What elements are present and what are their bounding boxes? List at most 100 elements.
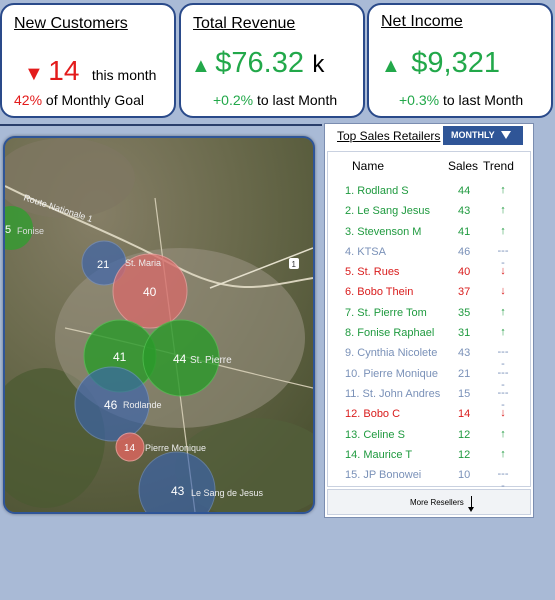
bubble-value: 41 — [113, 350, 127, 364]
retailer-name-text: Rodland S — [357, 185, 409, 197]
retailer-name-text: KTSA — [357, 245, 386, 258]
section-divider — [0, 124, 322, 126]
map-canvas[interactable]: Route Nationale 1 1 5 Fonise 21 40 St. M… — [5, 138, 313, 512]
map-bubble[interactable]: 14 — [115, 432, 145, 462]
retailer-sales: 12 — [458, 448, 471, 461]
retailer-rank: 1. — [345, 185, 355, 197]
retailer-name: 8. Fonise Raphael — [345, 327, 434, 339]
table-row[interactable]: 15. JP Bonowei 10 ---- — [328, 465, 530, 492]
retailer-name-text: Bobo Thein — [357, 286, 414, 299]
retailer-rank: 12. — [345, 408, 361, 421]
retailer-name-text: Bobo C — [363, 408, 401, 421]
revenue-change: +0.2% — [213, 92, 254, 108]
monthly-goal-line: 42% of Monthly Goal — [14, 92, 144, 108]
retailer-sales: 37 — [458, 286, 471, 299]
bubble-value: 43 — [171, 484, 185, 498]
place-label: Rodlande — [123, 400, 162, 410]
table-row[interactable]: 3. Stevenson M 41 ↑ — [328, 222, 530, 242]
retailer-sales: 35 — [458, 306, 471, 319]
retailer-name: 9. Cynthia Nicolete — [345, 347, 437, 359]
retailer-rank: 6. — [345, 286, 355, 299]
retailer-sales: 43 — [458, 347, 471, 360]
retailer-sales: 31 — [458, 327, 471, 340]
sales-map[interactable]: Route Nationale 1 1 5 Fonise 21 40 St. M… — [3, 136, 315, 514]
table-row[interactable]: 14. Maurice T 12 ↑ — [328, 445, 530, 465]
retailer-rank: 11. — [345, 387, 360, 400]
new-customers-card: New Customers ▼ 14 this month 42% of Mon… — [0, 3, 176, 118]
table-row[interactable]: 12. Bobo C 14 ↓ — [328, 404, 530, 424]
column-header-sales: Sales — [448, 159, 479, 173]
retailer-name: 6. Bobo Thein — [345, 286, 413, 298]
retailer-rank: 8. — [345, 327, 355, 340]
trend-icon: ↑ — [500, 305, 506, 318]
retailer-sales: 14 — [458, 408, 471, 421]
arrow-down-icon — [468, 496, 474, 512]
retailer-name: 5. St. Rues — [345, 266, 399, 278]
retailer-sales: 46 — [458, 245, 471, 258]
bubble-value: 14 — [124, 443, 136, 454]
table-row[interactable]: 4. KTSA 46 ---- — [328, 242, 530, 269]
goal-percent: 42% — [14, 92, 43, 108]
top-retailers-title: Top Sales Retailers — [337, 129, 441, 143]
goal-text: of Monthly Goal — [45, 92, 144, 108]
retailer-name-text: Celine S — [363, 428, 405, 441]
new-customers-title: New Customers — [14, 15, 128, 32]
trend-icon: ↓ — [500, 407, 506, 420]
retailer-sales: 12 — [458, 428, 471, 441]
bubble-value: 21 — [97, 259, 109, 271]
period-dropdown-label: MONTHLY — [451, 130, 495, 140]
revenue-change-text: to last Month — [256, 92, 338, 108]
bubble-value: 40 — [143, 285, 157, 299]
total-revenue-card: Total Revenue ▲ $76.32 k +0.2% to last M… — [179, 3, 365, 118]
retailer-name: 2. Le Sang Jesus — [345, 205, 430, 217]
total-revenue-title: Total Revenue — [193, 15, 296, 32]
retailer-sales: 43 — [458, 205, 471, 218]
trend-icon: ↑ — [500, 427, 506, 440]
retailer-rank: 4. — [345, 245, 355, 258]
trend-icon: ↑ — [500, 326, 506, 339]
more-resellers-button[interactable]: More Resellers — [327, 489, 531, 515]
table-row[interactable]: 11. St. John Andres 15 ---- — [328, 384, 530, 411]
up-arrow-icon: ▲ — [381, 55, 401, 77]
table-row[interactable]: 13. Celine S 12 ↑ — [328, 425, 530, 445]
place-label: St. Pierre — [190, 355, 232, 366]
table-row[interactable]: 10. Pierre Monique 21 ---- — [328, 364, 530, 391]
place-label: Fonise — [17, 226, 44, 236]
period-dropdown[interactable]: MONTHLY — [443, 126, 523, 145]
trend-icon: ↑ — [500, 184, 506, 196]
table-row[interactable]: 8. Fonise Raphael 31 ↑ — [328, 323, 530, 343]
retailer-name-text: St. John Andres — [362, 387, 441, 400]
column-header-name: Name — [352, 159, 385, 173]
retailer-rank: 3. — [345, 225, 355, 238]
table-row[interactable]: 1. Rodland S 44 ↑ — [328, 181, 530, 201]
retailer-name-text: JP Bonowei — [363, 469, 422, 482]
total-revenue-unit: k — [312, 51, 325, 78]
bubble-value: 46 — [104, 398, 118, 412]
total-revenue-value: $76.32 — [215, 47, 304, 79]
table-row[interactable]: 5. St. Rues 40 ↓ — [328, 262, 530, 282]
table-row[interactable]: 6. Bobo Thein 37 ↓ — [328, 282, 530, 302]
retailer-sales: 15 — [458, 387, 471, 400]
new-customers-kpi: ▼ 14 this month — [24, 55, 156, 87]
retailer-sales: 40 — [458, 266, 471, 279]
down-arrow-icon: ▼ — [24, 63, 44, 85]
retailer-name-text: Pierre Monique — [363, 367, 438, 380]
total-revenue-kpi: ▲ $76.32 k — [191, 47, 324, 80]
place-label: Le Sang de Jesus — [191, 488, 264, 498]
retailer-rank: 7. — [345, 306, 355, 319]
retailer-name-text: Cynthia Nicolete — [357, 347, 438, 360]
table-row[interactable]: 7. St. Pierre Tom 35 ↑ — [328, 303, 530, 323]
column-header-trend: Trend — [483, 159, 514, 173]
retailer-name-text: Maurice T — [363, 448, 413, 461]
trend-icon: ↑ — [500, 204, 506, 217]
retailers-table: Name Sales Trend 1. Rodland S 44 ↑ 2. Le Sa… — [327, 151, 531, 492]
new-customers-suffix: this month — [91, 67, 157, 83]
retailer-name: 7. St. Pierre Tom — [345, 307, 427, 319]
table-row[interactable]: 9. Cynthia Nicolete 43 ---- — [328, 343, 530, 370]
chevron-down-icon — [501, 131, 511, 139]
trend-icon: ↓ — [500, 265, 506, 278]
table-row[interactable]: 2. Le Sang Jesus 43 ↑ — [328, 201, 530, 221]
retailer-name: 4. KTSA — [345, 246, 386, 258]
retailer-rank: 10. — [345, 367, 361, 380]
retailer-sales: 41 — [458, 225, 471, 238]
